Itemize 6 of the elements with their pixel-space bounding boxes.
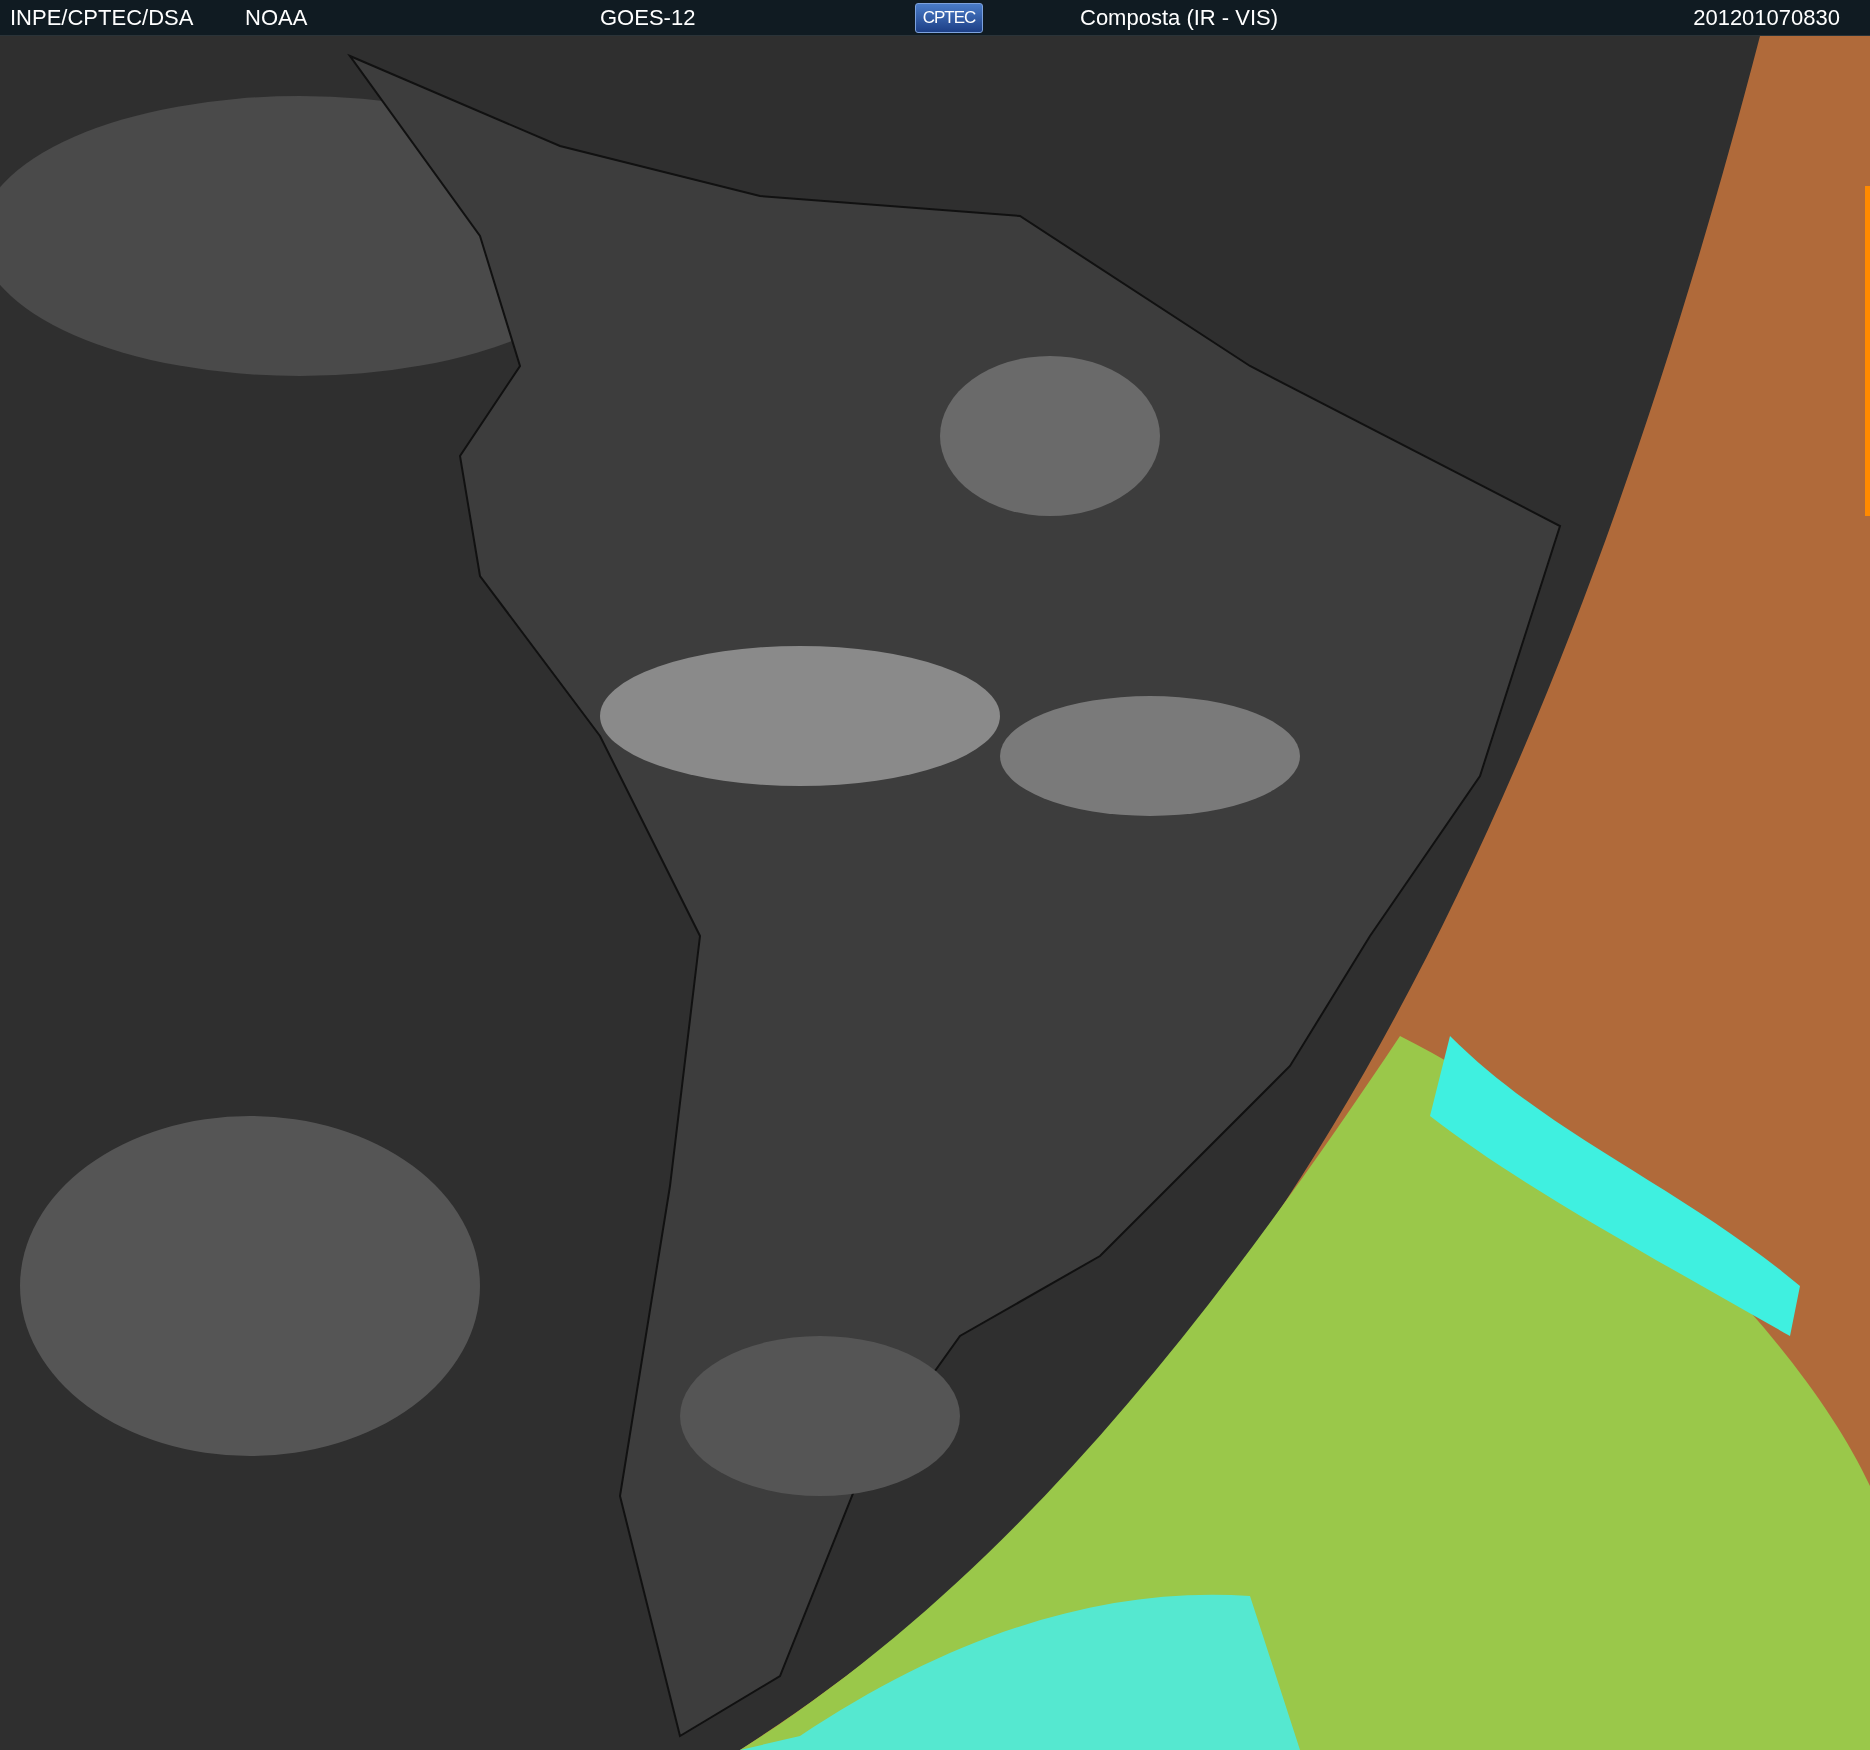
source-label: NOAA [245,4,309,31]
agency-label: INPE/CPTEC/DSA [10,4,195,31]
product-title: Composta (IR - VIS) [1080,4,1279,31]
logo: CPTEC [915,2,983,33]
timestamp: 201201070830 [1693,4,1840,31]
satellite-label: GOES-12 [600,4,697,31]
